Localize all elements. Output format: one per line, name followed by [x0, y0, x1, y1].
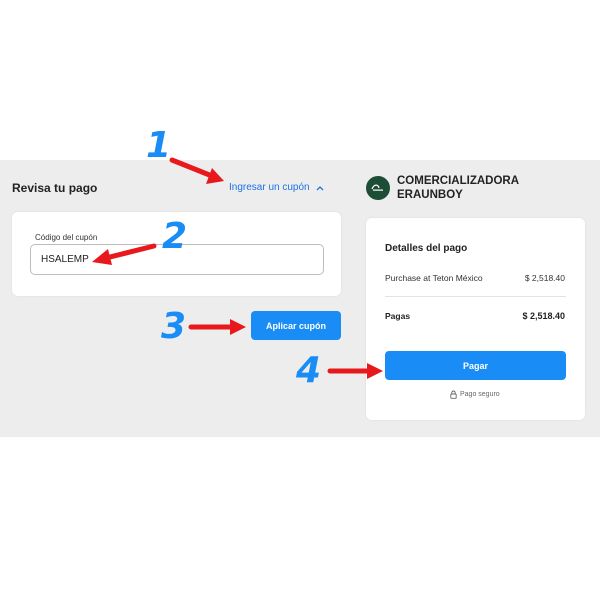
merchant-name: COMERCIALIZADORA ERAUNBOY: [397, 175, 519, 201]
secure-payment-label: Pago seguro: [460, 391, 500, 398]
purchase-amount: $ 2,518.40: [524, 273, 565, 283]
step-1-arrow-icon: [169, 157, 224, 184]
secure-payment-note: Pago seguro: [450, 390, 500, 399]
chevron-up-icon: [316, 185, 324, 190]
payment-details-title: Detalles del pago: [385, 243, 468, 254]
coupon-toggle-label: Ingresar un cupón: [229, 182, 310, 193]
step-3-arrow-icon: [188, 319, 246, 335]
divider: [385, 296, 566, 297]
pay-button[interactable]: Pagar: [385, 351, 566, 380]
total-label: Pagas: [385, 311, 411, 321]
step-2-arrow-icon: [92, 243, 157, 265]
step-2-number: 2: [162, 216, 188, 257]
step-4-arrow-icon: [327, 363, 383, 379]
merchant-logo-icon: [366, 176, 390, 200]
step-4-number: 4: [296, 350, 322, 391]
lock-icon: [450, 390, 457, 399]
total-amount: $ 2,518.40: [522, 311, 565, 321]
coupon-toggle-link[interactable]: Ingresar un cupón: [229, 182, 324, 193]
purchase-label: Purchase at Teton México: [385, 273, 483, 283]
step-3-number: 3: [161, 306, 187, 347]
review-title: Revisa tu pago: [12, 181, 98, 195]
apply-coupon-button[interactable]: Aplicar cupón: [251, 311, 341, 340]
